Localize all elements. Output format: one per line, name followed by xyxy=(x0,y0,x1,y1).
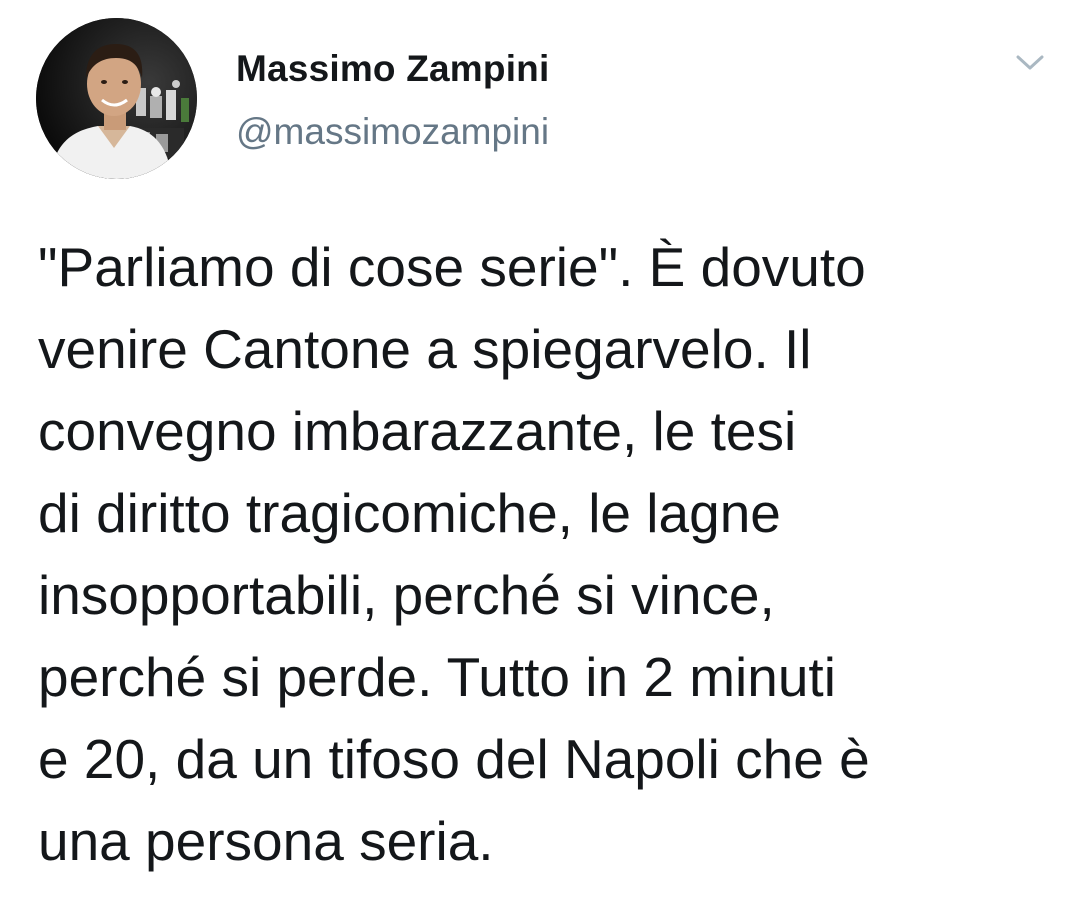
tweet-text-line: insopportabili, perché si vince, xyxy=(38,564,775,626)
avatar-photo-icon xyxy=(36,18,197,179)
tweet-menu-button[interactable] xyxy=(1010,46,1050,78)
tweet-text-line: e 20, da un tifoso del Napoli che è xyxy=(38,728,870,790)
tweet-text-line: venire Cantone a spiegarvelo. Il xyxy=(38,318,812,380)
tweet-text-line: "Parliamo di cose serie". È dovuto xyxy=(38,236,866,298)
tweet-text-line: perché si perde. Tutto in 2 minuti xyxy=(38,646,836,708)
tweet-text-line: una persona seria. xyxy=(38,810,494,872)
author-handle[interactable]: @massimozampini xyxy=(236,111,549,153)
tweet-text-line: convegno imbarazzante, le tesi xyxy=(38,400,797,462)
chevron-down-icon xyxy=(1016,55,1044,70)
tweet-text: "Parliamo di cose serie". È dovuto venir… xyxy=(38,226,1048,882)
tweet-card: Massimo Zampini @massimozampini "Parliam… xyxy=(0,0,1080,903)
tweet-text-line: di diritto tragicomiche, le lagne xyxy=(38,482,781,544)
author-display-name[interactable]: Massimo Zampini xyxy=(236,48,549,90)
avatar[interactable] xyxy=(36,18,197,179)
